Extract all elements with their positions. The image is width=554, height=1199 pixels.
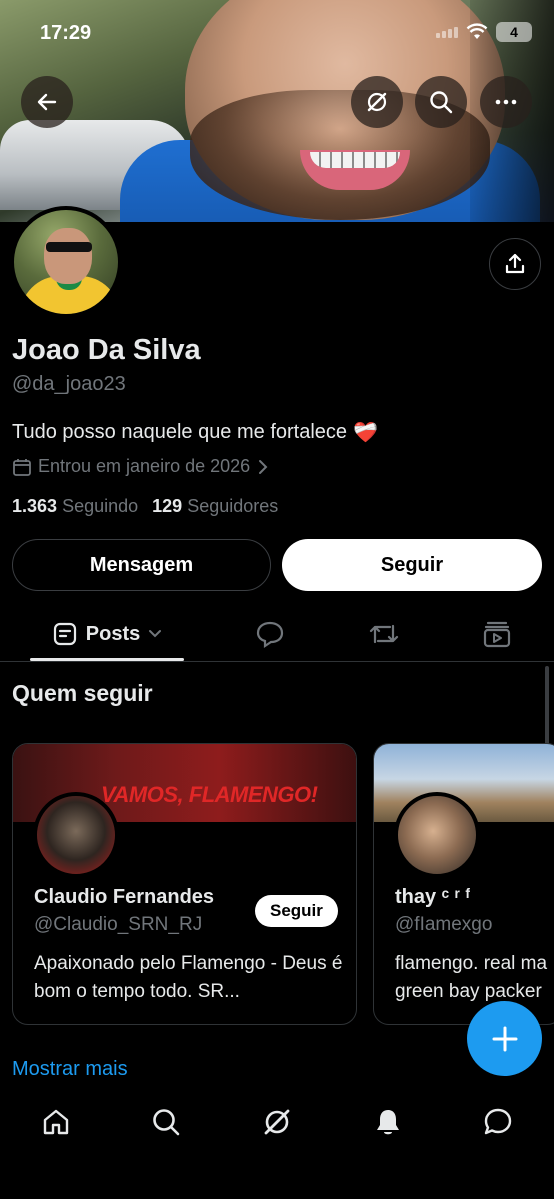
- grok-button[interactable]: [351, 76, 403, 128]
- tab-reposts[interactable]: [366, 616, 402, 652]
- card-avatar[interactable]: [394, 792, 480, 878]
- bio-text: Tudo posso naquele que me fortalece: [12, 421, 348, 443]
- profile-tabs: Posts: [0, 606, 554, 662]
- tab-media[interactable]: [479, 616, 515, 652]
- card-name: thay ᶜ ʳ ᶠ: [395, 886, 471, 908]
- banner-teeth: [310, 152, 400, 168]
- share-icon: [505, 253, 525, 274]
- who-to-follow-title: Quem seguir: [12, 680, 153, 706]
- back-button[interactable]: [21, 76, 73, 128]
- battery-icon: 4: [496, 22, 532, 42]
- suggestion-card[interactable]: thay ᶜ ʳ ᶠ @fIamexgo flamengo. real ma g…: [373, 743, 554, 1025]
- avatar-face: [44, 228, 92, 284]
- card-bio: flamengo. real ma green bay packer: [395, 950, 554, 1006]
- bottom-nav: [0, 1088, 554, 1199]
- followers-count: 129: [152, 496, 183, 516]
- card-handle: @Claudio_SRN_RJ: [34, 914, 203, 935]
- follow-stats: 1.363 Seguindo 129 Seguidores: [12, 496, 278, 517]
- calendar-icon: [13, 458, 31, 476]
- bio-emoji: ❤️‍🩹: [353, 422, 378, 444]
- posts-icon: [53, 622, 76, 646]
- status-indicators: 4: [436, 22, 532, 42]
- follow-button[interactable]: Seguir: [282, 539, 542, 591]
- card-handle: @fIamexgo: [395, 914, 493, 935]
- avatar-sunglasses: [46, 242, 92, 252]
- nav-grok[interactable]: [257, 1102, 297, 1142]
- bell-icon: [377, 1110, 399, 1135]
- card-bio-line: green bay packer: [395, 981, 542, 1002]
- message-button[interactable]: Mensagem: [12, 539, 271, 591]
- nav-home[interactable]: [36, 1102, 76, 1142]
- repost-icon: [369, 624, 399, 644]
- grok-icon: [367, 92, 387, 112]
- nav-search[interactable]: [146, 1102, 186, 1142]
- search-button[interactable]: [415, 76, 467, 128]
- tab-replies[interactable]: [252, 616, 288, 652]
- nav-messages[interactable]: [478, 1102, 518, 1142]
- signal-icon: [436, 26, 458, 38]
- more-button[interactable]: [480, 76, 532, 128]
- tab-posts[interactable]: Posts: [30, 606, 184, 662]
- media-icon: [483, 621, 511, 648]
- following-link[interactable]: 1.363 Seguindo: [12, 496, 138, 517]
- nav-notifications[interactable]: [368, 1102, 408, 1142]
- wifi-icon: [466, 23, 488, 39]
- followers-link[interactable]: 129 Seguidores: [152, 496, 278, 517]
- card-avatar[interactable]: [33, 792, 119, 878]
- more-icon: [495, 99, 517, 105]
- chat-icon: [484, 1108, 512, 1135]
- card-bio-line: flamengo. real ma: [395, 953, 548, 974]
- share-button[interactable]: [489, 238, 541, 290]
- suggestion-card[interactable]: VAMOS, FLAMENGO! Claudio Fernandes @Clau…: [12, 743, 357, 1025]
- card-name: Claudio Fernandes: [34, 886, 215, 908]
- joined-text: Entrou em janeiro de 2026: [38, 456, 251, 476]
- profile-avatar[interactable]: [10, 206, 122, 318]
- joined-date[interactable]: Entrou em janeiro de 2026: [12, 456, 270, 477]
- following-count: 1.363: [12, 496, 58, 516]
- home-icon: [43, 1109, 69, 1135]
- arrow-left-icon: [37, 93, 57, 111]
- show-more-link[interactable]: Mostrar mais: [12, 1058, 128, 1081]
- chevron-down-icon: [149, 630, 162, 638]
- search-icon: [430, 91, 453, 114]
- grok-icon: [264, 1109, 290, 1135]
- card-follow-button[interactable]: Seguir: [255, 895, 338, 927]
- followers-label: Seguidores: [187, 496, 279, 516]
- plus-icon: [492, 1026, 517, 1051]
- tab-active-indicator: [30, 658, 184, 661]
- following-label: Seguindo: [62, 496, 139, 516]
- profile-bio: Tudo posso naquele que me fortalece ❤️‍🩹: [12, 420, 378, 445]
- profile-name: Joao Da Silva: [12, 334, 201, 366]
- status-time: 17:29: [40, 22, 92, 44]
- card-banner-text: VAMOS, FLAMENGO!: [101, 782, 318, 807]
- reply-icon: [256, 621, 284, 649]
- card-bio: Apaixonado pelo Flamengo - Deus é bom o …: [34, 953, 343, 1002]
- chevron-right-icon: [259, 459, 268, 474]
- compose-button[interactable]: [467, 1001, 542, 1076]
- search-icon: [153, 1109, 180, 1136]
- profile-handle: @da_joao23: [12, 373, 126, 395]
- tab-posts-label: Posts: [85, 622, 141, 645]
